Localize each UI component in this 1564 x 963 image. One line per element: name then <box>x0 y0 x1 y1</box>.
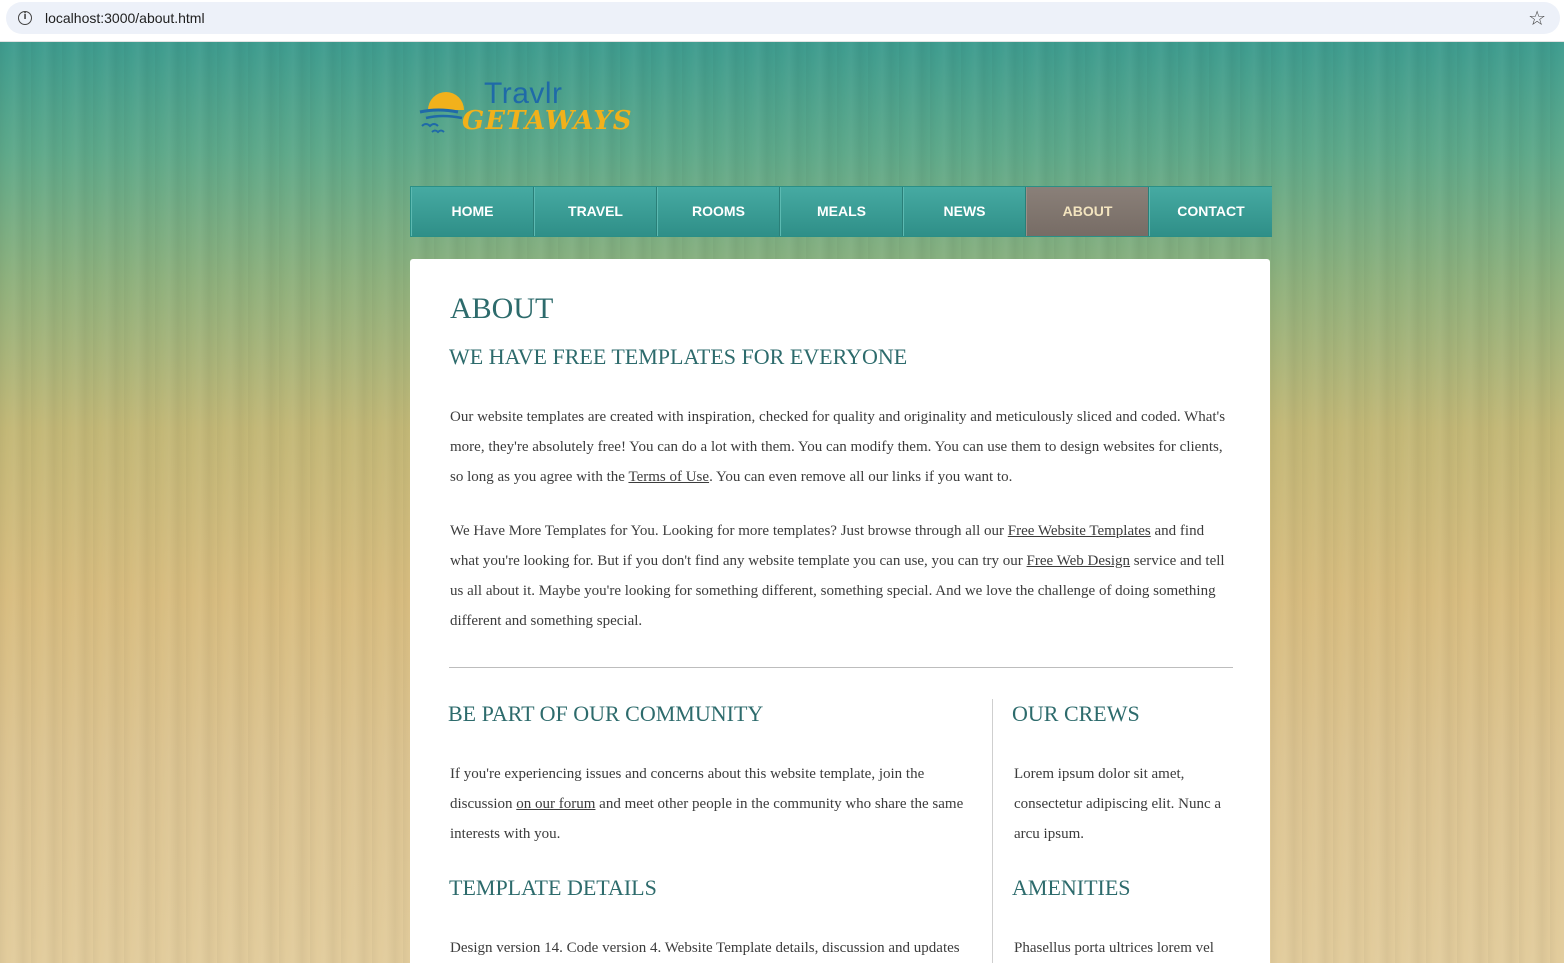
nav-contact[interactable]: CONTACT <box>1149 187 1272 236</box>
section-divider <box>449 667 1233 668</box>
nav-news[interactable]: NEWS <box>903 187 1026 236</box>
intro-text-2: . You can even remove all our links if y… <box>709 469 1013 485</box>
logo-text-getaways: GETAWAYS <box>462 106 633 136</box>
page-subtitle: WE HAVE FREE TEMPLATES FOR EVERYONE <box>449 344 908 369</box>
nav-about[interactable]: ABOUT <box>1026 187 1149 236</box>
address-bar[interactable]: i localhost:3000/about.html ☆ <box>6 2 1560 34</box>
intro-paragraph: Our website templates are created with i… <box>450 402 1235 492</box>
nav-meals[interactable]: MEALS <box>780 187 903 236</box>
nav-home[interactable]: HOME <box>411 187 534 236</box>
forum-link[interactable]: on our forum <box>516 796 595 812</box>
site-logo[interactable]: Travlr GETAWAYS <box>418 78 632 144</box>
bookmark-star-icon[interactable]: ☆ <box>1528 6 1546 30</box>
nav-travel[interactable]: TRAVEL <box>534 187 657 236</box>
free-web-design-link[interactable]: Free Web Design <box>1027 553 1131 569</box>
amenities-heading: AMENITIES <box>1012 875 1131 900</box>
page-title: ABOUT <box>450 292 554 325</box>
free-website-templates-link[interactable]: Free Website Templates <box>1008 523 1151 539</box>
templates-paragraph: We Have More Templates for You. Looking … <box>450 516 1235 636</box>
url-text[interactable]: localhost:3000/about.html <box>45 9 205 27</box>
templates-text-1: We Have More Templates for You. Looking … <box>450 523 1008 539</box>
column-divider <box>992 699 993 963</box>
browser-toolbar: i localhost:3000/about.html ☆ <box>0 0 1564 42</box>
site-info-icon[interactable]: i <box>18 11 32 25</box>
terms-of-use-link[interactable]: Terms of Use <box>628 469 709 485</box>
amenities-paragraph: Phasellus porta ultrices lorem vel <box>1014 940 1214 956</box>
crews-heading: OUR CREWS <box>1012 701 1140 726</box>
main-nav: HOME TRAVEL ROOMS MEALS NEWS ABOUT CONTA… <box>410 186 1272 237</box>
crews-paragraph: Lorem ipsum dolor sit amet, consectetur … <box>1014 766 1222 842</box>
community-heading: BE PART OF OUR COMMUNITY <box>448 701 764 726</box>
community-paragraph: If you're experiencing issues and concer… <box>450 759 970 849</box>
content-panel: ABOUT WE HAVE FREE TEMPLATES FOR EVERYON… <box>410 259 1270 963</box>
template-details-heading: TEMPLATE DETAILS <box>449 875 657 900</box>
nav-rooms[interactable]: ROOMS <box>657 187 780 236</box>
template-details-paragraph: Design version 14. Code version 4. Websi… <box>450 940 960 956</box>
